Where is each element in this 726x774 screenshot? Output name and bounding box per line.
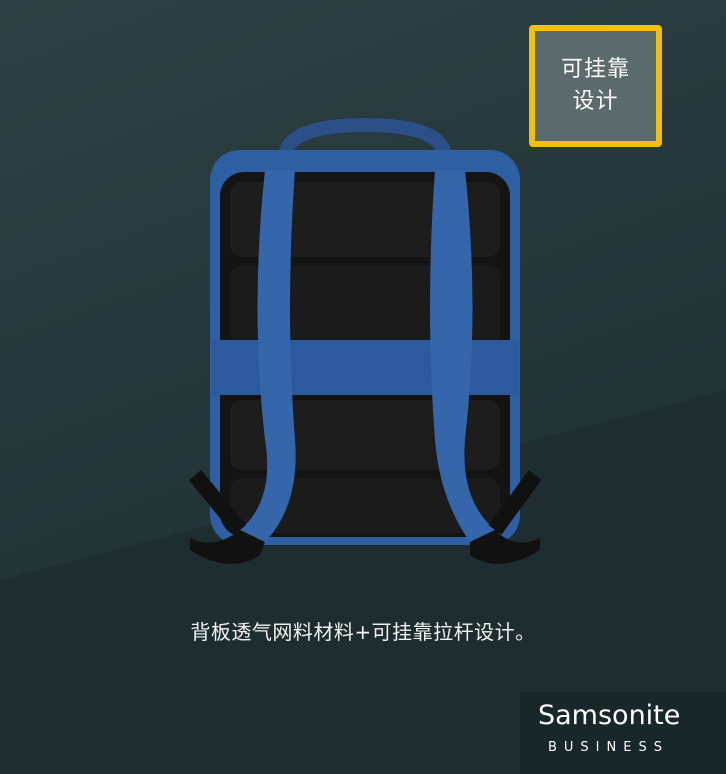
samsonite-logo: Samsonite — [538, 700, 681, 731]
logo-subtitle: BUSINESS — [548, 740, 669, 755]
feature-tag-line1: 可挂靠 — [560, 57, 630, 82]
backpack-image — [188, 117, 542, 564]
caption: 背板透气网料材料+可挂靠拉杆设计。 — [190, 620, 536, 644]
feature-tag-line2: 设计 — [572, 89, 619, 114]
